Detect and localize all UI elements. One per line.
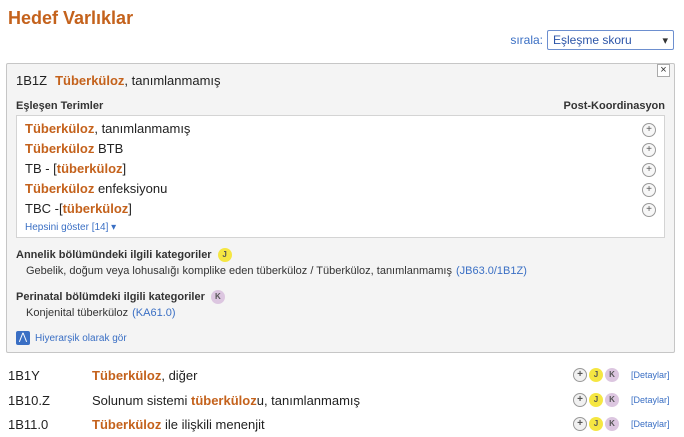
matched-term: Tüberküloz, tanımlanmamış [25, 121, 190, 136]
close-button[interactable]: × [657, 64, 670, 77]
perinatal-category-text: Konjenital tüberküloz [26, 307, 129, 319]
hierarchy-icon: ⋀ [16, 331, 30, 345]
result-code: 1B11.0 [8, 417, 49, 432]
add-postcoordination-button[interactable]: + [642, 203, 656, 217]
matched-terms-label: Eşleşen Terimler [16, 100, 104, 112]
term-highlight: tüberküloz [62, 201, 129, 216]
perinatal-badge: K [605, 393, 619, 407]
hierarchy-view-label: Hiyerarşik olarak gör [35, 332, 127, 344]
term-suffix: ] [128, 201, 132, 216]
result-title-suffix: u, tanımlanmamış [256, 393, 361, 408]
postcoordination-badge[interactable]: + [573, 417, 587, 431]
sort-selected-value: Eşleşme skoru [553, 33, 632, 47]
term-highlight: tüberküloz [56, 161, 123, 176]
result-code: 1B10.Z [8, 393, 50, 408]
postcoordination-badge[interactable]: + [573, 368, 587, 382]
result-badges: + J K [573, 417, 619, 431]
matched-terms-list: Tüberküloz, tanımlanmamış + Tüberküloz B… [16, 115, 665, 238]
result-row[interactable]: 1B11.0 Tüberküloz ile ilişkili menenjit … [0, 414, 684, 436]
result-title-highlight: Tüberküloz [92, 368, 162, 383]
term-suffix: BTB [94, 141, 124, 156]
chevron-down-icon: ▾ [662, 34, 668, 47]
add-postcoordination-button[interactable]: + [642, 183, 656, 197]
entity-title-rest: , tanımlanmamış [124, 73, 221, 88]
result-badges: + J K [573, 368, 619, 382]
term-suffix: ] [122, 161, 127, 176]
result-title-suffix: , diğer [161, 368, 198, 383]
maternity-title-text: Annelik bölümündeki ilgili kategoriler [16, 249, 212, 261]
sort-select[interactable]: Eşleşme skoru ▾ [547, 30, 674, 50]
perinatal-title-text: Perinatal bölümdeki ilgili kategoriler [16, 291, 205, 303]
perinatal-section-title: Perinatal bölümdeki ilgili kategoriler K [16, 290, 225, 304]
selected-entity-card: × 1B1Z Tüberküloz, tanımlanmamış Eşleşen … [6, 63, 675, 353]
result-badges: + J K [573, 393, 619, 407]
hierarchy-view-link[interactable]: ⋀ Hiyerarşik olarak gör [16, 331, 127, 345]
perinatal-badge: K [210, 290, 225, 304]
maternity-badge: J [589, 417, 603, 431]
entity-title-highlight: Tüberküloz [55, 73, 125, 88]
card-header: 1B1Z Tüberküloz, tanımlanmamış [16, 73, 221, 88]
term-suffix: enfeksiyonu [94, 181, 168, 196]
add-postcoordination-button[interactable]: + [642, 143, 656, 157]
perinatal-badge: K [605, 368, 619, 382]
postcoordination-badge[interactable]: + [573, 393, 587, 407]
term-highlight: Tüberküloz [25, 121, 95, 136]
maternity-category-link[interactable]: (JB63.0/1B1Z) [456, 265, 527, 277]
show-all-link[interactable]: Hepsini göster [14] ▾ [25, 222, 116, 233]
matched-term: Tüberküloz enfeksiyonu [25, 181, 167, 196]
matched-term: TB - [tüberküloz] [25, 161, 126, 176]
result-title-suffix: ile ilişkili menenjit [161, 417, 265, 432]
maternity-category-text: Gebelik, doğum veya lohusalığı komplike … [26, 265, 452, 277]
sort-label: sırala: [510, 33, 543, 47]
page-title: Hedef Varlıklar [8, 8, 134, 28]
result-code: 1B1Y [8, 368, 40, 383]
maternity-badge: J [217, 248, 232, 262]
result-title: Tüberküloz, diğer [92, 368, 197, 383]
perinatal-badge: K [605, 417, 619, 431]
maternity-badge: J [589, 393, 603, 407]
details-link[interactable]: [Detaylar] [631, 395, 670, 405]
entity-code: 1B1Z [16, 73, 48, 88]
result-title: Solunum sistemi tüberkülozu, tanımlanmam… [92, 393, 360, 408]
result-title: Tüberküloz ile ilişkili menenjit [92, 417, 265, 432]
result-title-prefix: Solunum sistemi [92, 393, 191, 408]
perinatal-category: Konjenital tüberküloz (KA61.0) [26, 307, 176, 319]
term-prefix: TBC -[ [25, 201, 63, 216]
result-title-highlight: Tüberküloz [92, 417, 162, 432]
maternity-section-title: Annelik bölümündeki ilgili kategoriler J [16, 248, 232, 262]
details-link[interactable]: [Detaylar] [631, 419, 670, 429]
matched-term: Tüberküloz BTB [25, 141, 123, 156]
term-prefix: TB - [ [25, 161, 57, 176]
term-highlight: Tüberküloz [25, 141, 95, 156]
sort-control: sırala: Eşleşme skoru ▾ [510, 30, 674, 50]
matched-term: TBC -[tüberküloz] [25, 201, 132, 216]
add-postcoordination-button[interactable]: + [642, 163, 656, 177]
postcoordination-label: Post-Koordinasyon [563, 100, 665, 112]
details-link[interactable]: [Detaylar] [631, 370, 670, 380]
result-row[interactable]: 1B10.Z Solunum sistemi tüberkülozu, tanı… [0, 390, 684, 412]
term-suffix: , tanımlanmamış [94, 121, 191, 136]
result-row[interactable]: 1B1Y Tüberküloz, diğer + J K [Detaylar] [0, 365, 684, 387]
maternity-category: Gebelik, doğum veya lohusalığı komplike … [26, 265, 527, 277]
maternity-badge: J [589, 368, 603, 382]
add-postcoordination-button[interactable]: + [642, 123, 656, 137]
perinatal-category-link[interactable]: (KA61.0) [132, 307, 175, 319]
result-title-highlight: tüberküloz [190, 393, 257, 408]
term-highlight: Tüberküloz [25, 181, 95, 196]
